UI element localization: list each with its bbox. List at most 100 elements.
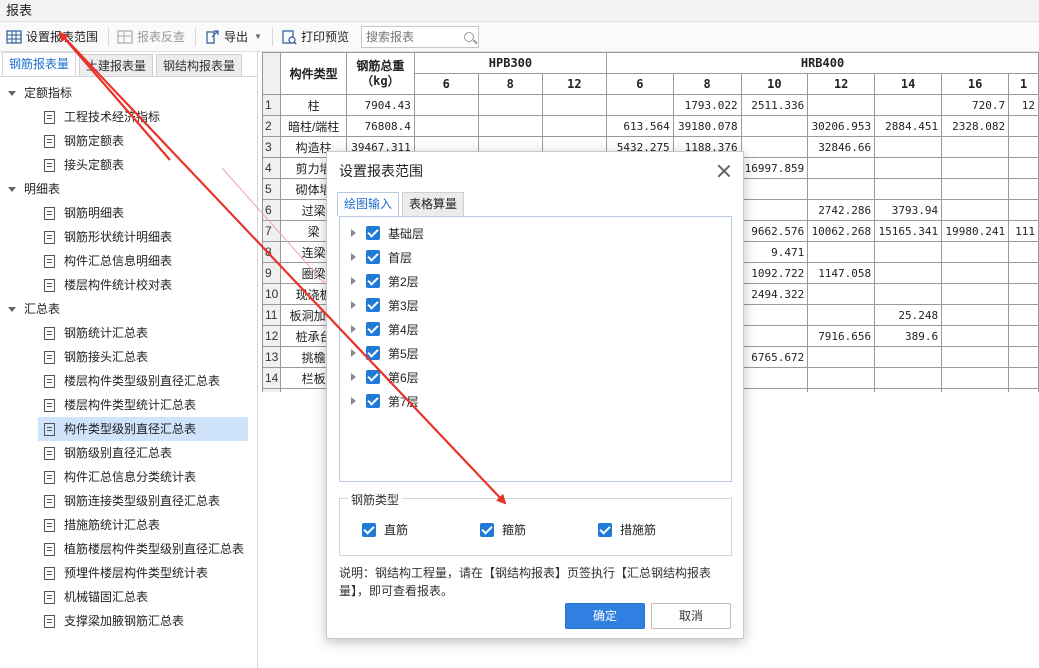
floor-item[interactable]: 第6层 — [340, 365, 731, 389]
tree-item[interactable]: 钢筋定额表 — [0, 129, 257, 153]
tree-item[interactable]: 钢筋连接类型级别直径汇总表 — [0, 489, 257, 513]
tree-item[interactable]: 工程技术经济指标 — [0, 105, 257, 129]
weight-cell — [941, 325, 1010, 347]
floor-item[interactable]: 基础层 — [340, 221, 731, 245]
weight-cell — [941, 346, 1010, 368]
rebar-stirrup-option[interactable]: 箍筋 — [480, 521, 526, 538]
weight-cell — [941, 157, 1010, 179]
weight-cell — [941, 283, 1010, 305]
tree-group-detail[interactable]: 明细表 — [0, 177, 257, 201]
checkbox-checked-icon[interactable] — [366, 298, 380, 312]
tree-item[interactable]: 植筋楼层构件类型级别直径汇总表 — [0, 537, 257, 561]
checkbox-checked-icon[interactable] — [480, 522, 494, 537]
diameter-header: 8 — [672, 73, 742, 95]
expand-arrow-icon[interactable] — [351, 397, 356, 405]
reverse-check-button[interactable]: 报表反查 — [113, 24, 189, 50]
expand-arrow-icon[interactable] — [351, 373, 356, 381]
tree-item-label: 楼层构件统计校对表 — [64, 278, 173, 292]
expand-arrow-icon[interactable] — [351, 229, 356, 237]
weight-cell — [874, 94, 943, 116]
rebar-type-legend: 钢筋类型 — [348, 491, 403, 508]
tree-item[interactable]: 接头定额表 — [0, 153, 257, 177]
search-icon[interactable] — [463, 31, 474, 42]
dialog-title-text: 设置报表范围 — [339, 163, 423, 179]
report-search-box[interactable] — [360, 25, 479, 48]
weight-cell — [941, 178, 1010, 200]
rebar-measure-option[interactable]: 措施筋 — [598, 521, 656, 538]
tree-item[interactable]: 楼层构件类型级别直径汇总表 — [0, 369, 257, 393]
report-search-input[interactable] — [365, 29, 458, 44]
floor-item[interactable]: 第4层 — [340, 317, 731, 341]
tree-item[interactable]: 楼层构件类型统计汇总表 — [0, 393, 257, 417]
checkbox-checked-icon[interactable] — [366, 322, 380, 336]
floor-item[interactable]: 第3层 — [340, 293, 731, 317]
caret-down-icon[interactable] — [8, 90, 16, 96]
tree-item[interactable]: 支撑梁加腋钢筋汇总表 — [0, 609, 257, 633]
weight-cell: 2511.336 — [740, 94, 809, 116]
expand-arrow-icon[interactable] — [351, 301, 356, 309]
tree-item[interactable]: 钢筋接头汇总表 — [0, 345, 257, 369]
tree-item[interactable]: 构件汇总信息明细表 — [0, 249, 257, 273]
ok-button[interactable]: 确定 — [565, 603, 645, 629]
tree-item-selected[interactable]: 构件类型级别直径汇总表 — [38, 417, 248, 441]
tree-item-label: 支撑梁加腋钢筋汇总表 — [64, 614, 185, 628]
tree-item[interactable]: 预埋件楼层构件类型统计表 — [0, 561, 257, 585]
floor-item[interactable]: 首层 — [340, 245, 731, 269]
checkbox-checked-icon[interactable] — [366, 370, 380, 384]
tree-item-label: 楼层构件类型级别直径汇总表 — [64, 374, 221, 388]
tree-item[interactable]: 钢筋级别直径汇总表 — [0, 441, 257, 465]
expand-arrow-icon[interactable] — [351, 325, 356, 333]
row-number: 8 — [262, 241, 282, 263]
floor-item[interactable]: 第2层 — [340, 269, 731, 293]
tree-group-quota[interactable]: 定额指标 — [0, 81, 257, 105]
weight-cell — [941, 262, 1010, 284]
total-weight-cell: 7904.43 — [345, 94, 415, 116]
tree-item[interactable]: 构件汇总信息分类统计表 — [0, 465, 257, 489]
cancel-button[interactable]: 取消 — [651, 603, 731, 629]
table-row[interactable]: 1 柱 7904.43 1793.022 2511.336 720.7 12 — [262, 94, 1039, 116]
weight-cell — [1008, 262, 1039, 284]
expand-arrow-icon[interactable] — [351, 349, 356, 357]
close-icon[interactable] — [717, 164, 731, 178]
tab-steel-report[interactable]: 钢结构报表量 — [156, 54, 243, 76]
tab-table-calc[interactable]: 表格算量 — [402, 192, 465, 216]
diameter-header: 10 — [740, 73, 809, 95]
checkbox-checked-icon[interactable] — [598, 522, 612, 537]
tab-rebar-report[interactable]: 钢筋报表量 — [2, 52, 77, 76]
tree-item[interactable]: 机械锚固汇总表 — [0, 585, 257, 609]
expand-arrow-icon[interactable] — [351, 253, 356, 261]
weight-cell — [740, 304, 809, 326]
document-icon — [44, 518, 55, 532]
checkbox-checked-icon[interactable] — [362, 522, 376, 537]
weight-cell — [874, 157, 943, 179]
rebar-straight-option[interactable]: 直筋 — [362, 521, 408, 538]
weight-cell: 1151.7 — [941, 388, 1010, 392]
expand-arrow-icon[interactable] — [351, 277, 356, 285]
set-range-button[interactable]: 设置报表范围 — [2, 24, 102, 50]
checkbox-checked-icon[interactable] — [366, 346, 380, 360]
caret-down-icon[interactable] — [8, 186, 16, 192]
caret-down-icon[interactable] — [8, 306, 16, 312]
floor-item[interactable]: 第5层 — [340, 341, 731, 365]
tree-item-label: 接头定额表 — [64, 158, 125, 172]
tree-item[interactable]: 措施筋统计汇总表 — [0, 513, 257, 537]
tree-item[interactable]: 钢筋形状统计明细表 — [0, 225, 257, 249]
checkbox-checked-icon[interactable] — [366, 394, 380, 408]
tree-item[interactable]: 钢筋统计汇总表 — [0, 321, 257, 345]
tab-civil-report[interactable]: 土建报表量 — [79, 54, 154, 76]
floor-item[interactable]: 第7层 — [340, 389, 731, 413]
weight-cell — [807, 241, 876, 263]
toolbar-separator — [108, 27, 110, 46]
checkbox-checked-icon[interactable] — [366, 274, 380, 288]
tab-drawing-input[interactable]: 绘图输入 — [337, 192, 400, 216]
tree-item[interactable]: 钢筋明细表 — [0, 201, 257, 225]
document-icon — [44, 590, 55, 604]
tree-item-label: 植筋楼层构件类型级别直径汇总表 — [64, 542, 245, 556]
table-row[interactable]: 2 暗柱/端柱 76808.4 613.564 39180.078 30206.953 28… — [262, 115, 1039, 137]
export-button[interactable]: 导出 ▼ — [200, 24, 266, 50]
print-preview-button[interactable]: 打印预览 — [277, 24, 353, 50]
tree-group-summary[interactable]: 汇总表 — [0, 297, 257, 321]
checkbox-checked-icon[interactable] — [366, 226, 380, 240]
checkbox-checked-icon[interactable] — [366, 250, 380, 264]
tree-item[interactable]: 楼层构件统计校对表 — [0, 273, 257, 297]
